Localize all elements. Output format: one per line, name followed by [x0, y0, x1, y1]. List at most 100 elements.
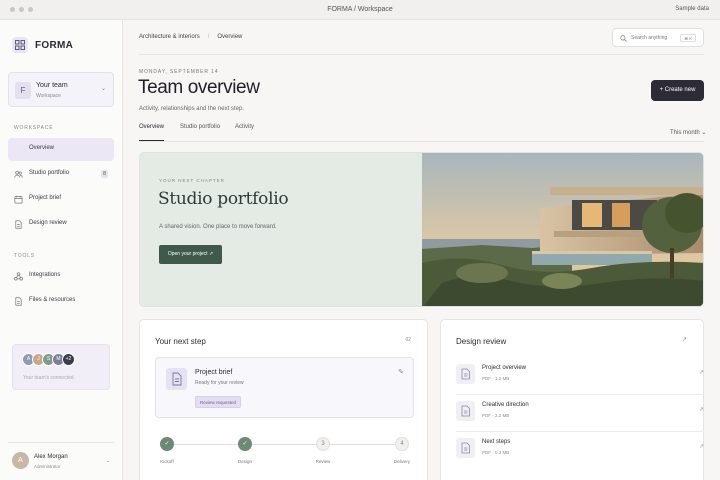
- sidebar-item-project-brief[interactable]: Project brief: [8, 188, 114, 211]
- sidebar-item-label: Files & resources: [29, 297, 76, 303]
- team-name: Your team: [36, 82, 68, 89]
- document-icon: [456, 364, 475, 384]
- status-badge: Review requested: [195, 396, 242, 408]
- shortcut-hint: ⌘ K: [680, 34, 696, 42]
- sidebar-item-studio-portfolio[interactable]: Studio portfolio 8: [8, 163, 114, 186]
- team-sub: Workspace: [36, 93, 61, 99]
- hero-card: YOUR NEXT CHAPTER Studio portfolio A sha…: [139, 152, 704, 307]
- hero-title: Studio portfolio: [158, 189, 289, 209]
- sidebar-item-label: Project brief: [29, 195, 62, 201]
- tab-studio-portfolio[interactable]: Studio portfolio: [180, 124, 220, 130]
- date-label: MONDAY, SEPTEMBER 14: [139, 69, 219, 75]
- breadcrumb: Architecture & interiors / Overview: [139, 34, 242, 40]
- sidebar-item-label: Integrations: [29, 272, 61, 278]
- stepper-step-delivery[interactable]: 4: [395, 437, 409, 451]
- arrow-up-right-icon[interactable]: ↗: [699, 369, 704, 376]
- avatar: A: [12, 452, 29, 469]
- file-icon: [15, 297, 22, 306]
- tabs-divider: [139, 141, 704, 142]
- arrow-up-right-icon[interactable]: ↗: [699, 443, 704, 450]
- file-name: Project overview: [482, 365, 527, 371]
- calendar-icon: [14, 195, 23, 204]
- page-title: Team overview: [138, 77, 260, 98]
- user-name: Alex Morgan: [34, 454, 68, 460]
- breadcrumb-parent[interactable]: Architecture & interiors: [139, 34, 200, 40]
- step-count: 02: [405, 337, 411, 343]
- section-label-workspace: WORKSPACE: [14, 125, 54, 131]
- hero-subtitle: A shared vision. One place to move forwa…: [159, 224, 277, 230]
- header-divider: [139, 54, 704, 55]
- sidebar-item-label: Design review: [29, 220, 67, 226]
- stepper-step-review[interactable]: 3: [316, 437, 330, 451]
- file-meta: PDF · 0.3 MB: [482, 450, 510, 455]
- tab-activity[interactable]: Activity: [235, 124, 254, 130]
- next-step-item[interactable]: Project brief Ready for your review Revi…: [155, 357, 414, 418]
- file-meta: PDF · 2.2 MB: [482, 413, 510, 418]
- list-item[interactable]: Project overview PDF · 1.2 MB ↗: [456, 357, 704, 395]
- connected-text: Your team's connected: [23, 375, 74, 381]
- page-subtitle: Activity, relationships and the next ste…: [139, 106, 244, 112]
- search-placeholder: Search anything: [631, 35, 668, 41]
- brand[interactable]: FORMA: [12, 37, 73, 53]
- stepper-label: Design: [237, 459, 252, 464]
- section-label-tools: TOOLS: [14, 253, 35, 259]
- period-select[interactable]: This month ⌄: [670, 129, 706, 136]
- document-icon: [456, 438, 475, 458]
- search-icon: [620, 35, 627, 42]
- team-avatar: F: [15, 82, 31, 99]
- window-title: FORMA / Workspace: [327, 6, 393, 13]
- breadcrumb-separator: /: [207, 34, 210, 40]
- integrations-icon: [14, 272, 23, 281]
- brand-name: FORMA: [35, 39, 74, 51]
- breadcrumb-current: Overview: [217, 34, 243, 40]
- next-step-card: Your next step 02 Project brief Ready fo…: [139, 319, 428, 480]
- team-switcher[interactable]: F Your team Workspace ⌄: [8, 72, 114, 107]
- sidebar-item-overview[interactable]: Overview: [8, 138, 114, 161]
- sidebar-item-label: Studio portfolio: [29, 170, 70, 176]
- document-icon: [166, 368, 187, 390]
- pencil-icon[interactable]: ✎: [398, 368, 404, 376]
- stepper-label: Kickoff: [160, 459, 174, 464]
- list-item[interactable]: Creative direction PDF · 2.2 MB ↗: [456, 394, 704, 432]
- user-menu[interactable]: A Alex Morgan Administrator ⌄: [8, 442, 114, 472]
- house-photo: [422, 153, 703, 306]
- document-icon: [456, 401, 475, 421]
- stepper-step-kickoff[interactable]: ✓: [160, 437, 174, 451]
- file-name: Creative direction: [482, 402, 529, 408]
- avatar-more: +2: [62, 353, 75, 366]
- chevron-down-icon: ⌄: [100, 86, 106, 92]
- document-icon: [15, 220, 22, 229]
- stepper-track: [167, 444, 403, 445]
- file-meta: PDF · 1.2 MB: [482, 376, 510, 381]
- sample-data-label[interactable]: Sample data: [675, 6, 709, 12]
- count-badge: 8: [101, 170, 108, 178]
- hero-kicker: YOUR NEXT CHAPTER: [159, 178, 225, 183]
- card-title: Design review: [456, 337, 507, 346]
- open-project-button[interactable]: Open your project ↗: [159, 245, 222, 264]
- step-title: Project brief: [195, 369, 233, 376]
- design-review-card: Design review ↗ Project overview PDF · 1…: [440, 319, 704, 480]
- card-title: Your next step: [155, 337, 206, 346]
- list-item[interactable]: Next steps PDF · 0.3 MB ↗: [456, 431, 704, 469]
- file-name: Next steps: [482, 439, 511, 445]
- stepper-step-design[interactable]: ✓: [238, 437, 252, 451]
- sidebar: FORMA F Your team Workspace ⌄ WORKSPACE …: [0, 20, 123, 480]
- sidebar-item-integrations[interactable]: Integrations: [8, 265, 114, 288]
- title-bar: FORMA / Workspace Sample data: [0, 0, 720, 20]
- sidebar-item-design-review[interactable]: Design review: [8, 213, 114, 236]
- avatar-stack: A J S M +2: [22, 353, 75, 366]
- arrow-up-right-icon[interactable]: ↗: [699, 406, 704, 413]
- search-input[interactable]: Search anything ⌘ K: [612, 28, 704, 47]
- stepper-label: Review: [315, 459, 331, 464]
- sidebar-item-files-resources[interactable]: Files & resources: [8, 290, 114, 313]
- arrow-up-right-icon[interactable]: ↗: [682, 336, 687, 343]
- create-new-button[interactable]: + Create new: [651, 80, 704, 101]
- tab-overview[interactable]: Overview: [139, 124, 164, 130]
- connected-team-card[interactable]: A J S M +2 Your team's connected: [12, 344, 110, 390]
- app-window: FORMA / Workspace Sample data FORMA F Yo…: [0, 0, 720, 480]
- grid-logo-icon: [12, 37, 28, 53]
- users-icon: [14, 170, 23, 178]
- sidebar-item-label: Overview: [29, 145, 55, 151]
- user-role: Administrator: [34, 464, 61, 469]
- step-subtitle: Ready for your review: [195, 380, 244, 386]
